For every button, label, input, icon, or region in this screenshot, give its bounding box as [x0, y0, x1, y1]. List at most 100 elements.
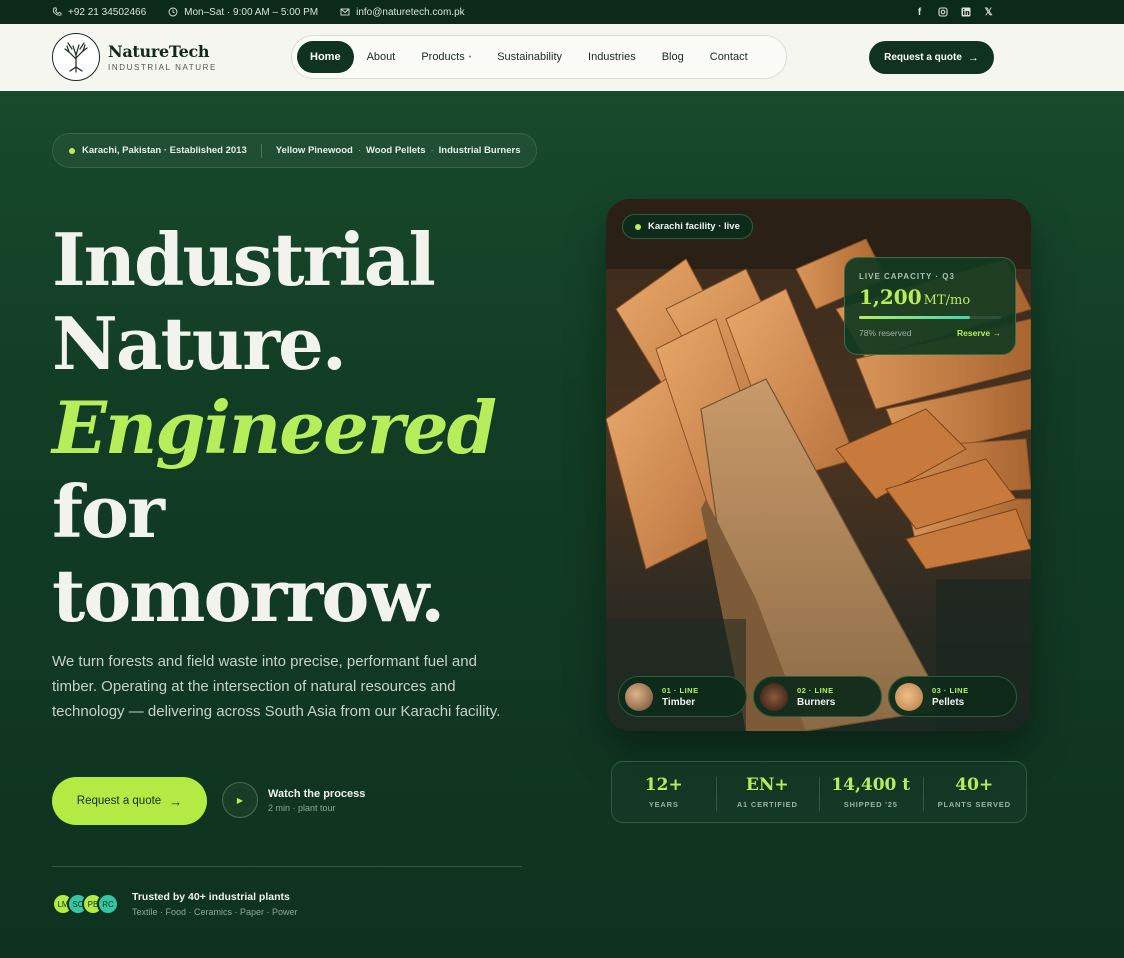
stat-value: EN+ — [745, 775, 789, 795]
status-dot — [69, 147, 75, 154]
trust-strip: LM SC PB RC Trusted by 40+ industrial pl… — [52, 891, 298, 917]
headline-highlight: Engineered — [52, 385, 497, 470]
nav-label: Blog — [661, 51, 684, 63]
line-tag: 03 · LINE — [932, 685, 969, 695]
x-icon[interactable]: 𝕏 — [983, 7, 994, 18]
headline-line: Industrial — [52, 217, 436, 302]
request-quote-button[interactable]: Request a quote → — [52, 777, 207, 825]
nav-label: Contact — [709, 51, 748, 63]
arrow-right-icon: → — [992, 328, 1002, 338]
clock-icon — [168, 7, 178, 17]
nav-item-products[interactable]: Products • — [408, 41, 484, 73]
phone-text: +92 21 34502466 — [68, 6, 147, 18]
nav-item-industries[interactable]: Industries — [575, 41, 649, 73]
live-facility-badge: Karachi facility · live — [622, 214, 753, 239]
arrow-right-icon: → — [967, 51, 979, 64]
line-name: Timber — [662, 696, 696, 708]
mail-icon — [340, 8, 350, 16]
social-links: f 𝕏 — [914, 7, 994, 18]
capacity-label: LIVE CAPACITY · Q3 — [859, 272, 955, 281]
capacity-progress-bar — [859, 316, 1001, 319]
brand-tagline: INDUSTRIAL NATURE — [108, 63, 217, 72]
instagram-icon[interactable] — [937, 7, 948, 18]
phone-icon — [52, 7, 62, 16]
button-label: Request a quote — [884, 52, 962, 63]
product-tag: Industrial Burners — [438, 145, 521, 156]
top-bar: +92 21 34502466 Mon–Sat · 9:00 AM – 5:00… — [0, 0, 1124, 24]
trust-title: Trusted by 40+ industrial plants — [132, 891, 290, 903]
hero-divider — [52, 866, 522, 867]
nav-label: Products — [421, 51, 465, 63]
stat-plants: 40+ PLANTS SERVED — [922, 775, 1027, 811]
chevron-down-icon: • — [468, 53, 472, 61]
line-chip-pellets[interactable]: 03 · LINE Pellets — [888, 676, 1017, 717]
headline-line: for — [52, 469, 165, 554]
pellets-thumbnail — [895, 682, 923, 711]
watch-title: Watch the process — [268, 787, 366, 800]
reserve-link[interactable]: Reserve → — [957, 328, 1001, 338]
header-request-quote-button[interactable]: Request a quote → — [869, 41, 994, 74]
hours-text: Mon–Sat · 9:00 AM – 5:00 PM — [184, 6, 319, 18]
hours-item: Mon–Sat · 9:00 AM – 5:00 PM — [168, 7, 318, 18]
line-name: Pellets — [932, 696, 965, 708]
product-tag: Yellow Pinewood — [275, 145, 353, 156]
stat-label: PLANTS SERVED — [937, 800, 1011, 809]
line-tag: 02 · LINE — [797, 685, 834, 695]
capacity-number: 1,200 — [859, 285, 922, 309]
nav-item-sustainability[interactable]: Sustainability — [484, 41, 575, 73]
linkedin-icon[interactable] — [960, 7, 971, 18]
live-label: Karachi facility · live — [648, 221, 740, 232]
nav-item-contact[interactable]: Contact — [697, 41, 761, 73]
avatar: RC — [97, 893, 119, 915]
stat-shipped: 14,400 t SHIPPED '25 — [819, 775, 923, 811]
main-nav: Home About Products • Sustainability Indu… — [291, 35, 787, 79]
nav-item-about[interactable]: About — [354, 41, 409, 73]
location-pill: Karachi, Pakistan · Established 2013 Yel… — [52, 133, 538, 168]
hero-section: Karachi, Pakistan · Established 2013 Yel… — [0, 91, 1124, 958]
button-label: Request a quote — [76, 795, 162, 807]
capacity-unit: MT/mo — [923, 293, 971, 308]
phone-item[interactable]: +92 21 34502466 — [52, 7, 146, 18]
arrow-right-icon: → — [169, 793, 183, 809]
trust-industries: Textile · Food · Ceramics · Paper · Powe… — [132, 907, 298, 917]
stat-certification: EN+ A1 CERTIFIED — [715, 775, 820, 811]
nav-item-blog[interactable]: Blog — [649, 41, 697, 73]
nav-label: Industries — [588, 51, 636, 63]
line-name: Burners — [797, 696, 836, 708]
line-tag: 01 · LINE — [662, 685, 699, 695]
capacity-progress-fill — [859, 316, 970, 319]
hero-headline: Industrial Nature. Engineered for tomorr… — [52, 217, 497, 638]
stat-value: 40+ — [955, 775, 994, 795]
site-header: NatureTech INDUSTRIAL NATURE Home About … — [0, 24, 1124, 91]
nav-label: Sustainability — [497, 51, 563, 63]
headline-line: Nature. — [52, 301, 347, 386]
nav-label: Home — [310, 51, 341, 63]
play-icon[interactable]: ▶ — [222, 782, 258, 818]
product-tag: Wood Pellets — [366, 145, 426, 156]
brand-logo[interactable]: NatureTech INDUSTRIAL NATURE — [52, 33, 217, 81]
email-text: info@naturetech.com.pk — [356, 6, 465, 18]
stat-value: 12+ — [644, 775, 683, 795]
watch-subtitle: 2 min · plant tour — [268, 802, 336, 813]
tree-logo-icon — [52, 33, 100, 81]
facebook-icon[interactable]: f — [914, 7, 925, 18]
reserve-label: Reserve — [957, 328, 991, 338]
stat-value: 14,400 t — [831, 775, 911, 795]
stat-label: SHIPPED '25 — [843, 800, 898, 809]
separator-dot: · — [357, 145, 361, 156]
stats-bar: 12+ YEARS EN+ A1 CERTIFIED 14,400 t SHIP… — [611, 761, 1027, 823]
capacity-value: 1,200 MT/mo — [859, 285, 1001, 309]
divider — [260, 143, 262, 158]
stat-label: YEARS — [648, 800, 679, 809]
line-chip-timber[interactable]: 01 · LINE Timber — [618, 676, 747, 717]
nav-item-home[interactable]: Home — [297, 41, 354, 73]
email-item[interactable]: info@naturetech.com.pk — [340, 7, 465, 18]
capacity-card: LIVE CAPACITY · Q3 1,200 MT/mo 78% reserv… — [844, 257, 1016, 355]
location-text: Karachi, Pakistan · Established 2013 — [82, 145, 247, 156]
product-lines: 01 · LINE Timber 02 · LINE Burners 03 · … — [618, 676, 1017, 717]
nav-label: About — [366, 51, 396, 63]
line-chip-burners[interactable]: 02 · LINE Burners — [753, 676, 882, 717]
watch-process-link[interactable]: ▶ Watch the process 2 min · plant tour — [222, 782, 365, 818]
hero-description: We turn forests and field waste into pre… — [52, 653, 501, 720]
brand-name: NatureTech — [108, 42, 210, 61]
